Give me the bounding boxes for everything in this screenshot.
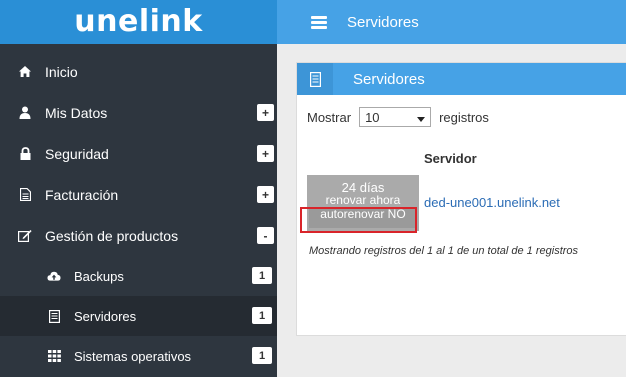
user-icon: [18, 106, 32, 120]
sidebar-subitem-servidores[interactable]: Servidores 1: [0, 296, 277, 336]
page-size-select[interactable]: 10: [359, 107, 432, 127]
edit-icon: [18, 229, 32, 243]
server-link[interactable]: ded-une001.unelink.net: [424, 195, 560, 210]
menu-icon[interactable]: [311, 15, 327, 29]
sidebar-item-facturacion[interactable]: Facturación +: [0, 174, 277, 215]
sidebar: Inicio Mis Datos + Seguridad + Facturaci…: [0, 44, 277, 377]
collapse-toggle[interactable]: -: [257, 227, 274, 244]
panel-header: Servidores: [297, 63, 626, 95]
sidebar-subitem-label: Servidores: [74, 308, 137, 324]
grid-icon: [47, 349, 61, 363]
sidebar-subitem-label: Sistemas operativos: [74, 348, 192, 364]
sidebar-subitem-sistemas-operativos[interactable]: Sistemas operativos 1: [0, 336, 277, 376]
count-badge: 1: [252, 347, 272, 364]
sidebar-item-seguridad[interactable]: Seguridad +: [0, 133, 277, 174]
server-icon: [47, 309, 61, 323]
records-label: registros: [439, 109, 489, 125]
expand-toggle[interactable]: +: [257, 145, 274, 162]
sidebar-item-gestion-productos[interactable]: Gestión de productos -: [0, 215, 277, 256]
sidebar-item-label: Gestión de productos: [45, 227, 179, 244]
panel-title: Servidores: [353, 70, 425, 88]
page-title: Servidores: [347, 13, 419, 31]
page-size-control: Mostrar 10 registros: [307, 107, 489, 127]
lock-icon: [18, 147, 32, 161]
server-icon: [297, 63, 333, 95]
sidebar-subitem-label: Backups: [74, 268, 124, 284]
sidebar-item-inicio[interactable]: Inicio: [0, 51, 277, 92]
highlight-box: [300, 207, 417, 233]
sidebar-item-mis-datos[interactable]: Mis Datos +: [0, 92, 277, 133]
expand-toggle[interactable]: +: [257, 186, 274, 203]
chevron-down-icon: [417, 110, 426, 125]
top-bar: Servidores: [277, 0, 626, 44]
sidebar-item-label: Seguridad: [45, 145, 109, 162]
sidebar-item-label: Facturación: [45, 186, 119, 203]
show-label: Mostrar: [307, 109, 352, 125]
count-badge: 1: [252, 307, 272, 324]
brand-logo[interactable]: unelink: [74, 7, 202, 37]
document-icon: [18, 188, 32, 202]
servers-panel: Servidores Mostrar 10 registros Servidor…: [296, 62, 626, 336]
sidebar-item-label: Mis Datos: [45, 104, 108, 121]
page-size-value: 10: [365, 109, 380, 125]
column-header-servidor[interactable]: Servidor: [424, 151, 477, 166]
brand-bar: unelink: [0, 0, 277, 44]
table-info: Mostrando registros del 1 al 1 de un tot…: [309, 245, 579, 257]
sidebar-subitem-backups[interactable]: Backups 1: [0, 256, 277, 296]
sidebar-item-label: Inicio: [45, 63, 78, 80]
cloud-upload-icon: [47, 269, 61, 283]
expand-toggle[interactable]: +: [257, 104, 274, 121]
renew-now-link[interactable]: renovar ahora: [307, 194, 419, 207]
count-badge: 1: [252, 267, 272, 284]
home-icon: [18, 65, 32, 79]
